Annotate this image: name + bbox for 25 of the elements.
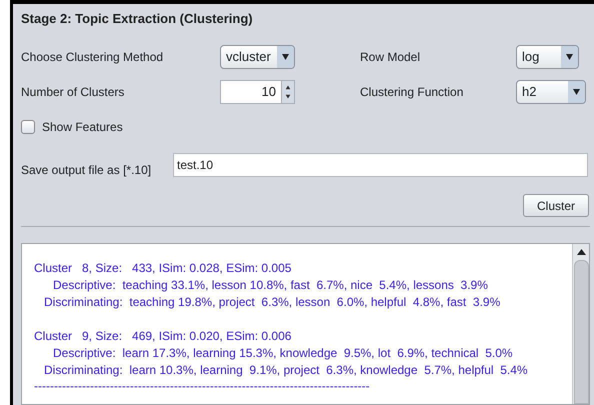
- discriminating-terms: Discriminating: learn 10.3%, learning 9.1%, project 6.3%, knowledge 5.7%, helpful 5.4%: [44, 363, 528, 377]
- filename-field[interactable]: test.10: [173, 153, 588, 177]
- field-label: Save output file as [*.10]: [21, 162, 152, 179]
- checkbox[interactable]: [21, 120, 35, 134]
- panel-title: Stage 2: Topic Extraction (Clustering): [21, 10, 254, 28]
- field-label: Number of Clusters: [21, 84, 126, 101]
- row-model-dropdown[interactable]: log: [516, 45, 579, 69]
- discriminating-terms: Discriminating: teaching 19.8%, project 6.3%, lesson 6.0%, helpful 4.8%, fast 3.9%: [44, 295, 500, 309]
- field-label: Choose Clustering Method: [21, 49, 164, 66]
- scroll-up-icon[interactable]: [576, 248, 586, 256]
- scrollbar[interactable]: [572, 244, 589, 404]
- cluster-header: Cluster 9, Size: 469, ISim: 0.020, ESim: 0.006: [34, 329, 292, 343]
- separator-line: ------------------------------------------------------------------------------------: [34, 379, 370, 393]
- cluster-button[interactable]: Cluster: [523, 194, 589, 217]
- method-dropdown[interactable]: vcluster: [220, 45, 295, 69]
- function-dropdown[interactable]: h2: [516, 80, 586, 104]
- clusters-spinner[interactable]: 10: [220, 80, 295, 104]
- cluster-header: Cluster 8, Size: 433, ISim: 0.028, ESim: 0.005: [34, 261, 292, 275]
- field-label: Clustering Function: [360, 84, 464, 101]
- checkbox-label[interactable]: Show Features: [42, 118, 123, 136]
- spinner-arrows-icon[interactable]: [281, 81, 294, 103]
- field-label: Row Model: [360, 49, 422, 66]
- scroll-thumb[interactable]: [574, 260, 588, 404]
- descriptive-terms: Descriptive: teaching 33.1%, lesson 10.8%, fast 6.7%, nice 5.4%, lessons 3.9%: [53, 278, 488, 292]
- descriptive-terms: Descriptive: learn 17.3%, learning 15.3%, knowledge 9.5%, lot 6.9%, technical 5.0%: [53, 346, 513, 360]
